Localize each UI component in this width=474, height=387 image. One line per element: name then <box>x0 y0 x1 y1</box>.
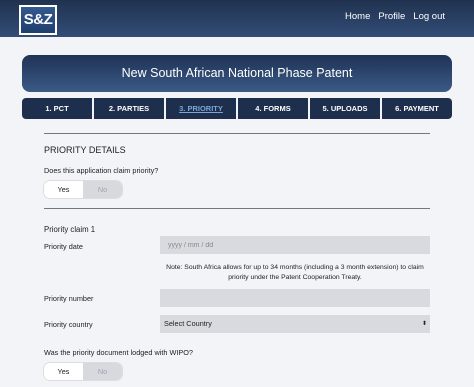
priority-note: Note: South Africa allows for up to 34 m… <box>166 264 424 281</box>
wipo-toggle: Yes No <box>44 363 122 380</box>
claim-priority-no-option[interactable]: No <box>83 181 122 198</box>
priority-country-label: Priority country <box>44 320 93 329</box>
claim-priority-question: Does this application claim priority? <box>44 166 159 175</box>
priority-number-label: Priority number <box>44 294 94 303</box>
priority-claim-heading: Priority claim 1 <box>44 225 96 234</box>
select-arrows-icon: ⬍ <box>421 321 427 327</box>
section-title: PRIORITY DETAILS <box>44 145 126 155</box>
claim-priority-yes-option[interactable]: Yes <box>44 181 83 198</box>
wipo-question: Was the priority document lodged with WI… <box>44 348 193 357</box>
tab-payment[interactable]: 6. PAYMENT <box>382 98 452 119</box>
tab-uploads[interactable]: 5. UPLOADS <box>310 98 380 119</box>
tab-priority[interactable]: 3. PRIORITY <box>166 98 236 119</box>
divider <box>44 133 430 134</box>
priority-country-value: Select Country <box>164 319 212 328</box>
tab-forms[interactable]: 4. FORMS <box>238 98 308 119</box>
wipo-yes-option[interactable]: Yes <box>44 363 83 380</box>
nav-profile-link[interactable]: Profile <box>378 11 405 22</box>
claim-priority-toggle: Yes No <box>44 181 122 198</box>
divider <box>44 208 430 209</box>
nav-home-link[interactable]: Home <box>345 11 370 22</box>
wipo-no-option[interactable]: No <box>83 363 122 380</box>
priority-country-select[interactable]: Select Country ⬍ <box>160 315 430 333</box>
priority-date-label: Priority date <box>44 242 83 251</box>
top-navbar: S&Z Home Profile Log out <box>0 0 474 37</box>
tab-parties[interactable]: 2. PARTIES <box>94 98 164 119</box>
page-title-banner: New South African National Phase Patent <box>22 55 452 92</box>
tab-pct[interactable]: 1. PCT <box>22 98 92 119</box>
nav-links: Home Profile Log out <box>345 11 445 22</box>
nav-logout-link[interactable]: Log out <box>413 11 445 22</box>
priority-number-field[interactable] <box>160 289 430 307</box>
logo[interactable]: S&Z <box>19 5 57 35</box>
priority-date-field[interactable] <box>160 236 430 254</box>
step-tabs: 1. PCT 2. PARTIES 3. PRIORITY 4. FORMS 5… <box>22 98 452 119</box>
